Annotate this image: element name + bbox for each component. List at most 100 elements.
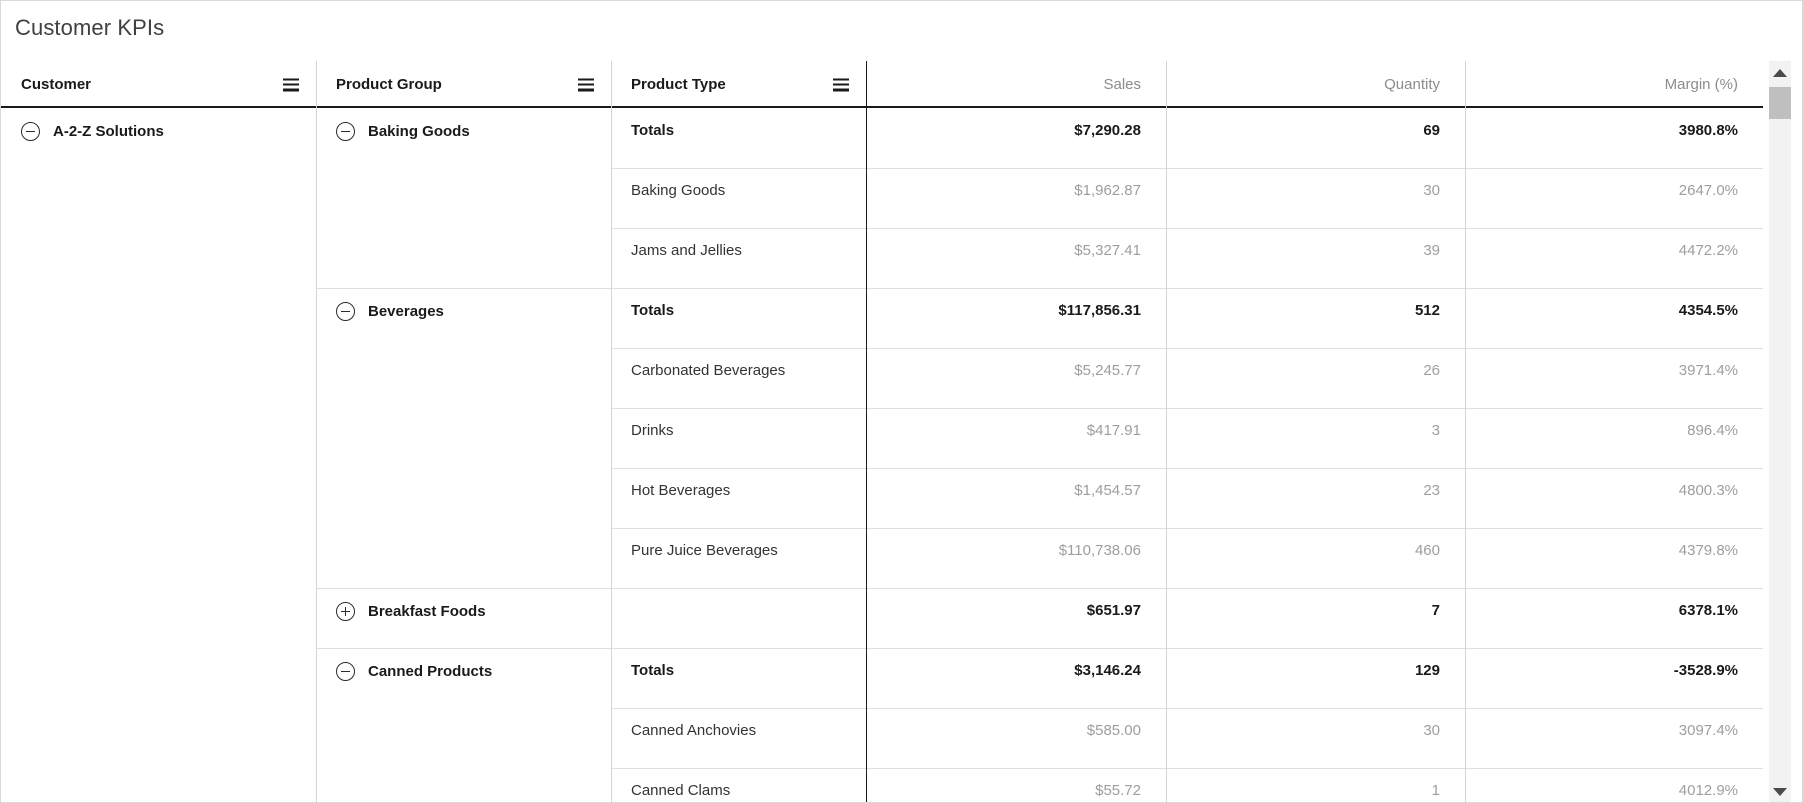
column-header-sales[interactable]: Sales	[866, 61, 1166, 108]
column-header-quantity[interactable]: Quantity	[1166, 61, 1465, 108]
margin-cell[interactable]: 896.4%	[1465, 408, 1763, 468]
margin-cell[interactable]: 4800.3%	[1465, 468, 1763, 528]
product-type-label: Drinks	[631, 422, 674, 439]
hamburger-menu-icon[interactable]	[578, 78, 594, 91]
quantity-value: 23	[1423, 482, 1440, 499]
product-type-cell[interactable]: Jams and Jellies	[611, 228, 866, 288]
sales-cell[interactable]: $1,962.87	[866, 168, 1166, 228]
sales-value: $110,738.06	[1059, 542, 1141, 559]
product-type-cell[interactable]: Baking Goods	[611, 168, 866, 228]
vertical-scrollbar[interactable]	[1769, 61, 1791, 803]
hamburger-menu-icon[interactable]	[833, 78, 849, 91]
product-type-label: Totals	[631, 302, 674, 319]
margin-cell[interactable]: 4354.5%	[1465, 288, 1763, 348]
margin-cell[interactable]: 4472.2%	[1465, 228, 1763, 288]
sales-cell[interactable]: $651.97	[866, 588, 1166, 648]
scroll-up-arrow-icon[interactable]	[1769, 63, 1791, 83]
table-header-row: Customer Product Group Product Type SalesQu…	[1, 61, 1763, 108]
scroll-down-arrow-icon[interactable]	[1769, 782, 1791, 802]
quantity-cell[interactable]: 460	[1166, 528, 1465, 588]
margin-cell[interactable]: 6378.1%	[1465, 588, 1763, 648]
product-group-cell[interactable]: Baking Goods	[316, 108, 611, 288]
product-type-cell[interactable]: Pure Juice Beverages	[611, 528, 866, 588]
column-header-customer[interactable]: Customer	[1, 61, 316, 108]
margin-value: 3980.8%	[1679, 122, 1738, 139]
sales-cell[interactable]: $7,290.28	[866, 108, 1166, 168]
quantity-cell[interactable]: 3	[1166, 408, 1465, 468]
quantity-cell[interactable]: 129	[1166, 648, 1465, 708]
quantity-value: 129	[1415, 662, 1440, 679]
quantity-cell[interactable]: 23	[1166, 468, 1465, 528]
margin-cell[interactable]: 3097.4%	[1465, 708, 1763, 768]
sales-value: $3,146.24	[1074, 662, 1141, 679]
hamburger-menu-icon[interactable]	[283, 78, 299, 91]
sales-cell[interactable]: $5,245.77	[866, 348, 1166, 408]
product-type-cell[interactable]: Canned Clams	[611, 768, 866, 803]
minus-circle-icon[interactable]	[336, 302, 355, 321]
column-header-label: Product Group	[336, 76, 442, 93]
product-group-cell[interactable]: Breakfast Foods	[316, 588, 611, 648]
product-type-cell[interactable]: Drinks	[611, 408, 866, 468]
quantity-cell[interactable]: 69	[1166, 108, 1465, 168]
quantity-value: 460	[1415, 542, 1440, 559]
sales-cell[interactable]: $3,146.24	[866, 648, 1166, 708]
product-type-cell[interactable]: Canned Anchovies	[611, 708, 866, 768]
column-header-margin[interactable]: Margin (%)	[1465, 61, 1763, 108]
margin-cell[interactable]: 3980.8%	[1465, 108, 1763, 168]
product-type-label: Totals	[631, 122, 674, 139]
product-type-cell[interactable]: Hot Beverages	[611, 468, 866, 528]
product-type-label: Baking Goods	[631, 182, 725, 199]
quantity-cell[interactable]: 30	[1166, 168, 1465, 228]
product-type-cell[interactable]: Carbonated Beverages	[611, 348, 866, 408]
margin-cell[interactable]: -3528.9%	[1465, 648, 1763, 708]
quantity-cell[interactable]: 7	[1166, 588, 1465, 648]
product-type-label: Canned Anchovies	[631, 722, 756, 739]
quantity-value: 39	[1423, 242, 1440, 259]
sales-cell[interactable]: $585.00	[866, 708, 1166, 768]
sales-cell[interactable]: $1,454.57	[866, 468, 1166, 528]
sales-cell[interactable]: $117,856.31	[866, 288, 1166, 348]
minus-circle-icon[interactable]	[336, 122, 355, 141]
minus-circle-icon[interactable]	[21, 122, 40, 141]
sales-cell[interactable]: $5,327.41	[866, 228, 1166, 288]
sales-value: $1,454.57	[1074, 482, 1141, 499]
sales-cell[interactable]: $417.91	[866, 408, 1166, 468]
product-type-cell[interactable]: Totals	[611, 288, 866, 348]
quantity-cell[interactable]: 30	[1166, 708, 1465, 768]
margin-cell[interactable]: 4379.8%	[1465, 528, 1763, 588]
product-group-cell[interactable]: Beverages	[316, 288, 611, 588]
panel-right-edge	[1802, 1, 1803, 803]
margin-value: 4800.3%	[1679, 482, 1738, 499]
product-group-label: Canned Products	[368, 663, 492, 680]
sales-cell[interactable]: $55.72	[866, 768, 1166, 803]
sales-value: $1,962.87	[1074, 182, 1141, 199]
page-title: Customer KPIs	[15, 15, 164, 41]
column-header-product-group[interactable]: Product Group	[316, 61, 611, 108]
quantity-cell[interactable]: 26	[1166, 348, 1465, 408]
margin-cell[interactable]: 3971.4%	[1465, 348, 1763, 408]
quantity-cell[interactable]: 512	[1166, 288, 1465, 348]
quantity-cell[interactable]: 1	[1166, 768, 1465, 803]
product-group-cell[interactable]: Canned Products	[316, 648, 611, 803]
product-group-label: Breakfast Foods	[368, 603, 486, 620]
sales-cell[interactable]: $110,738.06	[866, 528, 1166, 588]
quantity-cell[interactable]: 39	[1166, 228, 1465, 288]
plus-circle-icon[interactable]	[336, 602, 355, 621]
margin-value: 3971.4%	[1679, 362, 1738, 379]
product-type-cell[interactable]: Totals	[611, 648, 866, 708]
column-header-label: Product Type	[631, 76, 726, 93]
minus-circle-icon[interactable]	[336, 662, 355, 681]
sales-value: $7,290.28	[1074, 122, 1141, 139]
margin-value: 896.4%	[1687, 422, 1738, 439]
product-type-label: Hot Beverages	[631, 482, 730, 499]
quantity-value: 3	[1432, 422, 1440, 439]
margin-value: 4012.9%	[1679, 782, 1738, 799]
margin-cell[interactable]: 2647.0%	[1465, 168, 1763, 228]
product-type-cell[interactable]	[611, 588, 866, 648]
customer-cell[interactable]: A-2-Z Solutions	[1, 108, 316, 803]
column-header-product-type[interactable]: Product Type	[611, 61, 866, 108]
product-type-label: Jams and Jellies	[631, 242, 742, 259]
product-type-cell[interactable]: Totals	[611, 108, 866, 168]
scrollbar-thumb[interactable]	[1769, 87, 1791, 119]
margin-cell[interactable]: 4012.9%	[1465, 768, 1763, 803]
